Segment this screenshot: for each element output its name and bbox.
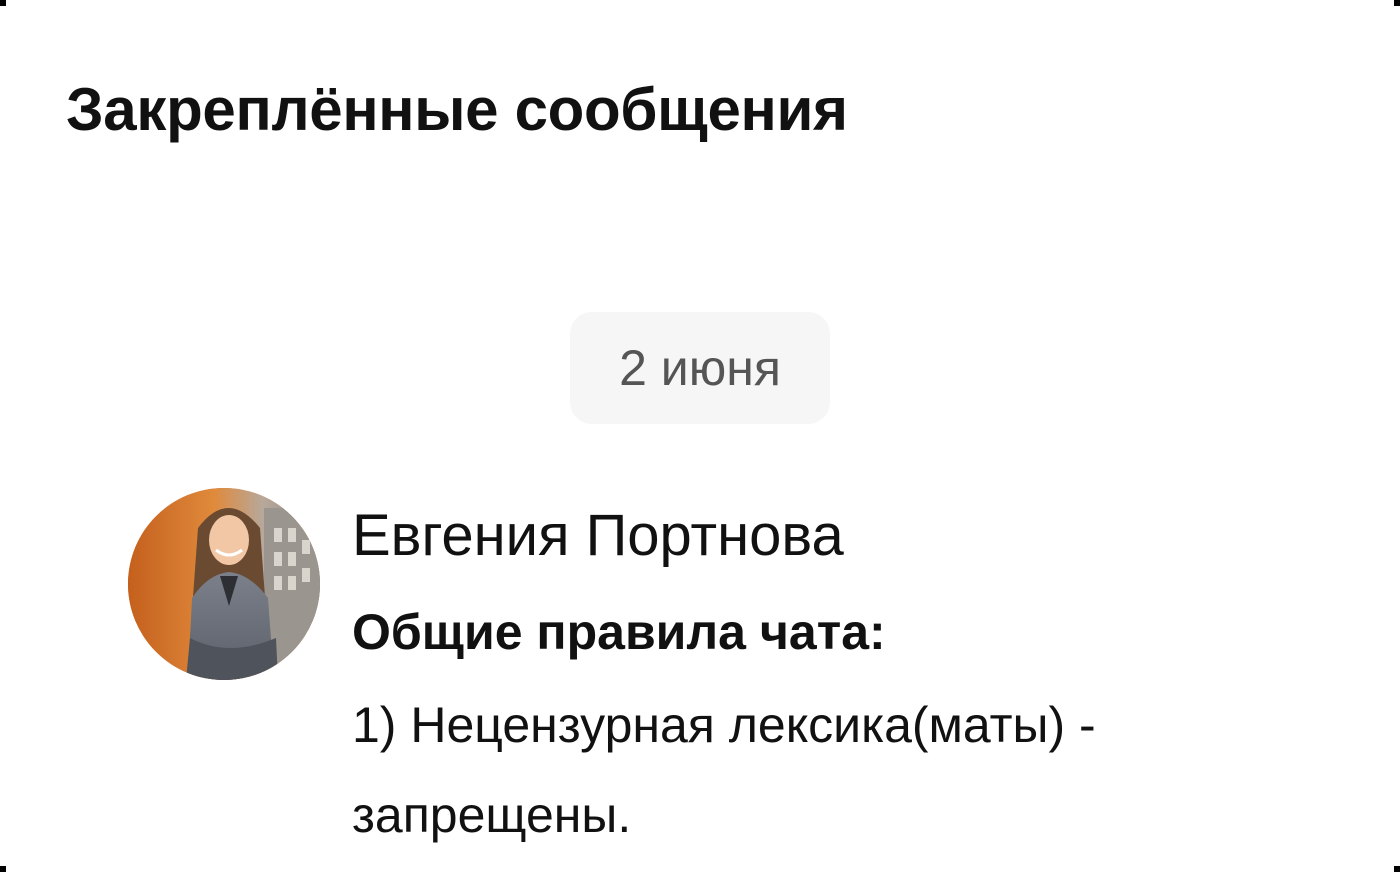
avatar[interactable] [128, 488, 320, 680]
corner-marker-bottom-left [0, 866, 6, 872]
message-content: Евгения Портнова Общие правила чата: 1) … [352, 488, 1312, 860]
corner-marker-top-left [0, 0, 6, 6]
message-author[interactable]: Евгения Портнова [352, 488, 1312, 584]
user-photo-avatar-icon [128, 488, 320, 680]
corner-marker-top-right [1394, 0, 1400, 6]
date-separator-label: 2 июня [619, 340, 781, 396]
corner-marker-bottom-right [1394, 866, 1400, 872]
message-heading: Общие правила чата: [352, 604, 886, 660]
date-separator: 2 июня [570, 312, 830, 424]
pinned-message[interactable]: Евгения Портнова Общие правила чата: 1) … [128, 488, 1328, 872]
page-title: Закреплённые сообщения [66, 76, 848, 143]
message-text: 1) Нецензурная лексика(маты) - запрещены… [352, 697, 1096, 843]
